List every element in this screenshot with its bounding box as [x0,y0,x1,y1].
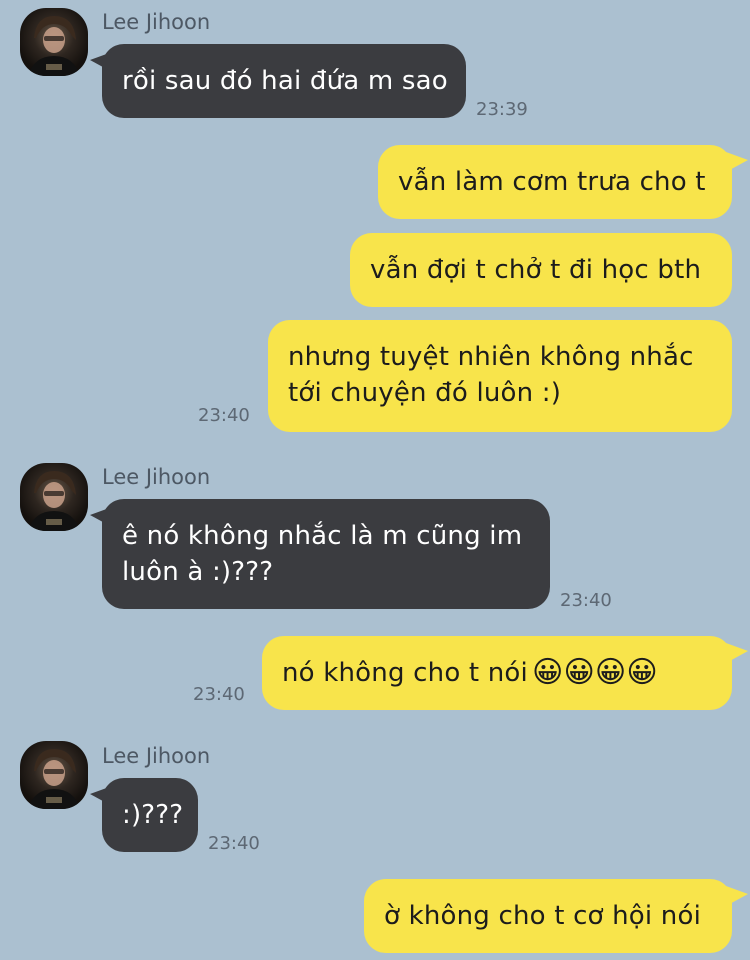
message-bubble[interactable]: :)??? [102,778,198,852]
message-bubble[interactable]: rồi sau đó hai đứa m sao [102,44,466,118]
contact-avatar[interactable] [20,463,88,531]
message-time: 23:39 [476,99,528,120]
bubble-tail [90,786,112,806]
message-text: vẫn làm cơm trưa cho t [398,167,706,197]
contact-avatar[interactable] [20,8,88,76]
message-text: nó không cho t nói [282,658,528,688]
message-bubble[interactable]: vẫn làm cơm trưa cho t [378,145,732,219]
grinning-face-emoji-icon: 😀😀😀😀 [531,655,658,690]
bubble-tail [726,643,748,663]
contact-name: Lee Jihoon [102,10,211,34]
message-text: rồi sau đó hai đứa m sao [122,66,448,96]
message-bubble[interactable]: ờ không cho t cơ hội nói [364,879,732,953]
message-time: 23:40 [560,590,612,611]
bubble-tail [90,52,112,72]
message-time: 23:40 [193,684,245,705]
message-time: 23:40 [198,405,250,426]
contact-name: Lee Jihoon [102,744,211,768]
contact-name: Lee Jihoon [102,465,211,489]
chat-thread: Lee Jihoon rồi sau đó hai đứa m sao 23:3… [0,0,750,960]
message-bubble[interactable]: nó không cho t nói 😀😀😀😀 [262,636,732,710]
bubble-tail [726,886,748,906]
message-text: nhưng tuyệt nhiên không nhắc tới chuyện … [288,342,694,408]
bubble-tail [726,152,748,172]
message-time: 23:40 [208,833,260,854]
message-text: ờ không cho t cơ hội nói [384,901,702,931]
message-bubble[interactable]: nhưng tuyệt nhiên không nhắc tới chuyện … [268,320,732,432]
message-bubble[interactable]: vẫn đợi t chở t đi học bth [350,233,732,307]
message-text: :)??? [122,800,184,830]
message-bubble[interactable]: ê nó không nhắc là m cũng im luôn à :)??… [102,499,550,609]
message-text: ê nó không nhắc là m cũng im luôn à :)??… [122,521,523,587]
message-text: vẫn đợi t chở t đi học bth [370,255,702,285]
bubble-tail [90,507,112,527]
contact-avatar[interactable] [20,741,88,809]
